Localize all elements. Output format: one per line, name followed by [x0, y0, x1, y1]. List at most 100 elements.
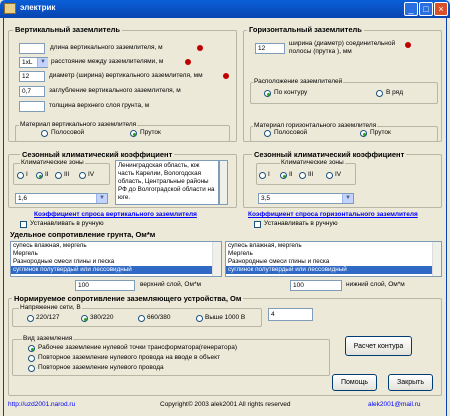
- vert-material-strip-label: Полосовой: [51, 129, 85, 136]
- zone-r2-radio[interactable]: [280, 172, 287, 179]
- layout-row-label: В ряд: [386, 89, 403, 96]
- horiz-material-strip-radio[interactable]: [264, 130, 271, 137]
- vert-material-rod-label: Пруток: [140, 129, 161, 136]
- lower-layer-label: нижний слой, Ом*м: [346, 281, 405, 288]
- voltage-380-radio[interactable]: [81, 315, 88, 322]
- vert-demand-link[interactable]: Коэффициент спроса вертикального заземли…: [34, 211, 197, 218]
- layout-row-radio[interactable]: [376, 90, 383, 97]
- zone-1-radio[interactable]: [17, 172, 24, 179]
- soil-upper-list[interactable]: супесь влажная, мергель Мергель Разнород…: [10, 241, 222, 277]
- kind-repeat-label: Повторное заземление нулевого провода: [38, 364, 164, 371]
- chevron-down-icon[interactable]: ▼: [342, 194, 353, 203]
- spacing-label: расстояние между заземлителями, м: [51, 58, 164, 65]
- top-layer-label: толщина верхнего слоя грунта, м: [49, 102, 150, 109]
- minimize-icon[interactable]: _: [404, 2, 418, 16]
- zone-r2-label: II: [289, 171, 293, 178]
- list-item[interactable]: супесь влажная, мергель: [11, 242, 221, 250]
- list-item[interactable]: Мергель: [11, 250, 221, 258]
- maximize-icon[interactable]: □: [419, 2, 433, 16]
- region-memo[interactable]: Ленинградская область, юж часть Карелии,…: [115, 160, 219, 205]
- kind-working-label: Рабочее заземление нулевой точки трансфо…: [38, 344, 238, 351]
- zone-2-radio[interactable]: [36, 172, 43, 179]
- soil-lower-scrollbar[interactable]: [432, 242, 441, 276]
- zone-1-label: I: [26, 171, 28, 178]
- vert-depth-label: заглубление вертикального заземлителя, м: [49, 87, 181, 94]
- vert-material-strip-radio[interactable]: [41, 130, 48, 137]
- layout-contour-label: По контуру: [274, 89, 308, 96]
- horiz-manual-checkbox[interactable]: [254, 221, 261, 228]
- season-right-select[interactable]: 3,5: [258, 193, 354, 204]
- zone-r4-radio[interactable]: [326, 172, 333, 179]
- kind-repeat-input-radio[interactable]: [28, 355, 35, 362]
- horiz-material-title: Материал горизонтального заземлителя: [253, 122, 378, 129]
- season-right-header: Сезонный климатический коэффициент: [252, 150, 407, 159]
- horiz-material-rod-label: Пруток: [370, 129, 391, 136]
- layout-contour-radio[interactable]: [264, 90, 271, 97]
- close-button[interactable]: Закрыть: [388, 374, 433, 391]
- vert-depth-input[interactable]: 0,7: [19, 86, 45, 97]
- voltage-660-label: 660/380: [147, 314, 171, 321]
- copyright: Copyright© 2003 alek2001 All rights rese…: [160, 401, 291, 408]
- season-left-header: Сезонный климатический коэффициент: [20, 150, 175, 159]
- voltage-1000-radio[interactable]: [196, 315, 203, 322]
- vert-length-label: длина вертикального заземлителя, м: [50, 44, 163, 51]
- season-right-value: 3,5: [261, 195, 271, 202]
- kind-repeat-input-label: Повторное заземление нулевого провода на…: [38, 354, 220, 361]
- vert-material-rod-radio[interactable]: [130, 130, 137, 137]
- season-left-zones-title: Климатические зоны: [20, 159, 85, 166]
- season-right-zones-title: Климатические зоны: [280, 159, 345, 166]
- email-link[interactable]: alek2001@mail.ru: [368, 401, 421, 408]
- chevron-down-icon[interactable]: ▼: [37, 58, 48, 67]
- ground-kind-title: Вид заземления: [22, 335, 74, 342]
- horiz-material-rod-radio[interactable]: [360, 130, 367, 137]
- site-link[interactable]: http://uzd2001.narod.ru: [8, 401, 75, 408]
- close-icon[interactable]: ×: [434, 2, 448, 16]
- list-item[interactable]: Мергель: [226, 250, 441, 258]
- required-dot: [185, 59, 191, 65]
- vert-length-input[interactable]: [19, 43, 45, 54]
- horiz-manual-label: Устанавливать в ручную: [264, 220, 338, 227]
- app-icon: [4, 3, 16, 14]
- list-item[interactable]: суглинок полутвердый или лессовидный: [226, 266, 441, 274]
- vert-material-title: Материал вертикального заземлителя: [19, 121, 138, 128]
- zone-r1-radio[interactable]: [259, 172, 266, 179]
- list-item[interactable]: суглинок полутвердый или лессовидный: [11, 266, 221, 274]
- lower-layer-input[interactable]: 100: [290, 280, 342, 291]
- horiz-material-strip-label: Полосовой: [274, 129, 308, 136]
- top-layer-input[interactable]: [19, 101, 45, 112]
- kind-repeat-radio[interactable]: [28, 365, 35, 372]
- vert-manual-checkbox[interactable]: [20, 221, 27, 228]
- voltage-660-radio[interactable]: [138, 315, 145, 322]
- memo-scrollbar[interactable]: [219, 160, 228, 205]
- list-item[interactable]: Разнородные смеси глины и песка: [11, 258, 221, 266]
- chevron-down-icon[interactable]: ▼: [96, 194, 107, 203]
- norm-resistance-input[interactable]: 4: [268, 308, 313, 321]
- window-title: электрик: [20, 3, 56, 12]
- list-item[interactable]: Разнородные смеси глины и песка: [226, 258, 441, 266]
- soil-lower-list[interactable]: супесь влажная, мергель Мергель Разнород…: [225, 241, 442, 277]
- required-dot: [405, 42, 411, 48]
- strip-width-input[interactable]: 12: [255, 43, 285, 54]
- horizontal-header: Горизонтальный заземлитель: [247, 25, 364, 34]
- required-dot: [197, 45, 203, 51]
- voltage-380-label: 380/220: [90, 314, 114, 321]
- horiz-demand-link[interactable]: Коэффициент спроса горизонтального зазем…: [248, 211, 418, 218]
- zone-r1-label: I: [268, 171, 270, 178]
- zone-4-radio[interactable]: [79, 172, 86, 179]
- zone-4-label: IV: [88, 171, 95, 178]
- kind-working-radio[interactable]: [28, 345, 35, 352]
- voltage-title: Напряжение сети, В: [19, 304, 82, 311]
- zone-r3-radio[interactable]: [299, 172, 306, 179]
- zone-3-radio[interactable]: [55, 172, 62, 179]
- vert-diameter-input[interactable]: 12: [19, 71, 45, 82]
- zone-2-label: II: [45, 171, 49, 178]
- help-button[interactable]: Помощь: [332, 374, 377, 391]
- soil-header: Удельное сопротивление грунта, Ом*м: [10, 230, 156, 239]
- list-item[interactable]: супесь влажная, мергель: [226, 242, 441, 250]
- season-left-select[interactable]: 1,6: [15, 193, 108, 204]
- voltage-220-radio[interactable]: [27, 315, 34, 322]
- soil-upper-scrollbar[interactable]: [212, 242, 221, 276]
- zone-3-label: III: [64, 171, 70, 178]
- upper-layer-input[interactable]: 100: [75, 280, 135, 291]
- calc-contour-button[interactable]: Расчет контура: [345, 336, 412, 356]
